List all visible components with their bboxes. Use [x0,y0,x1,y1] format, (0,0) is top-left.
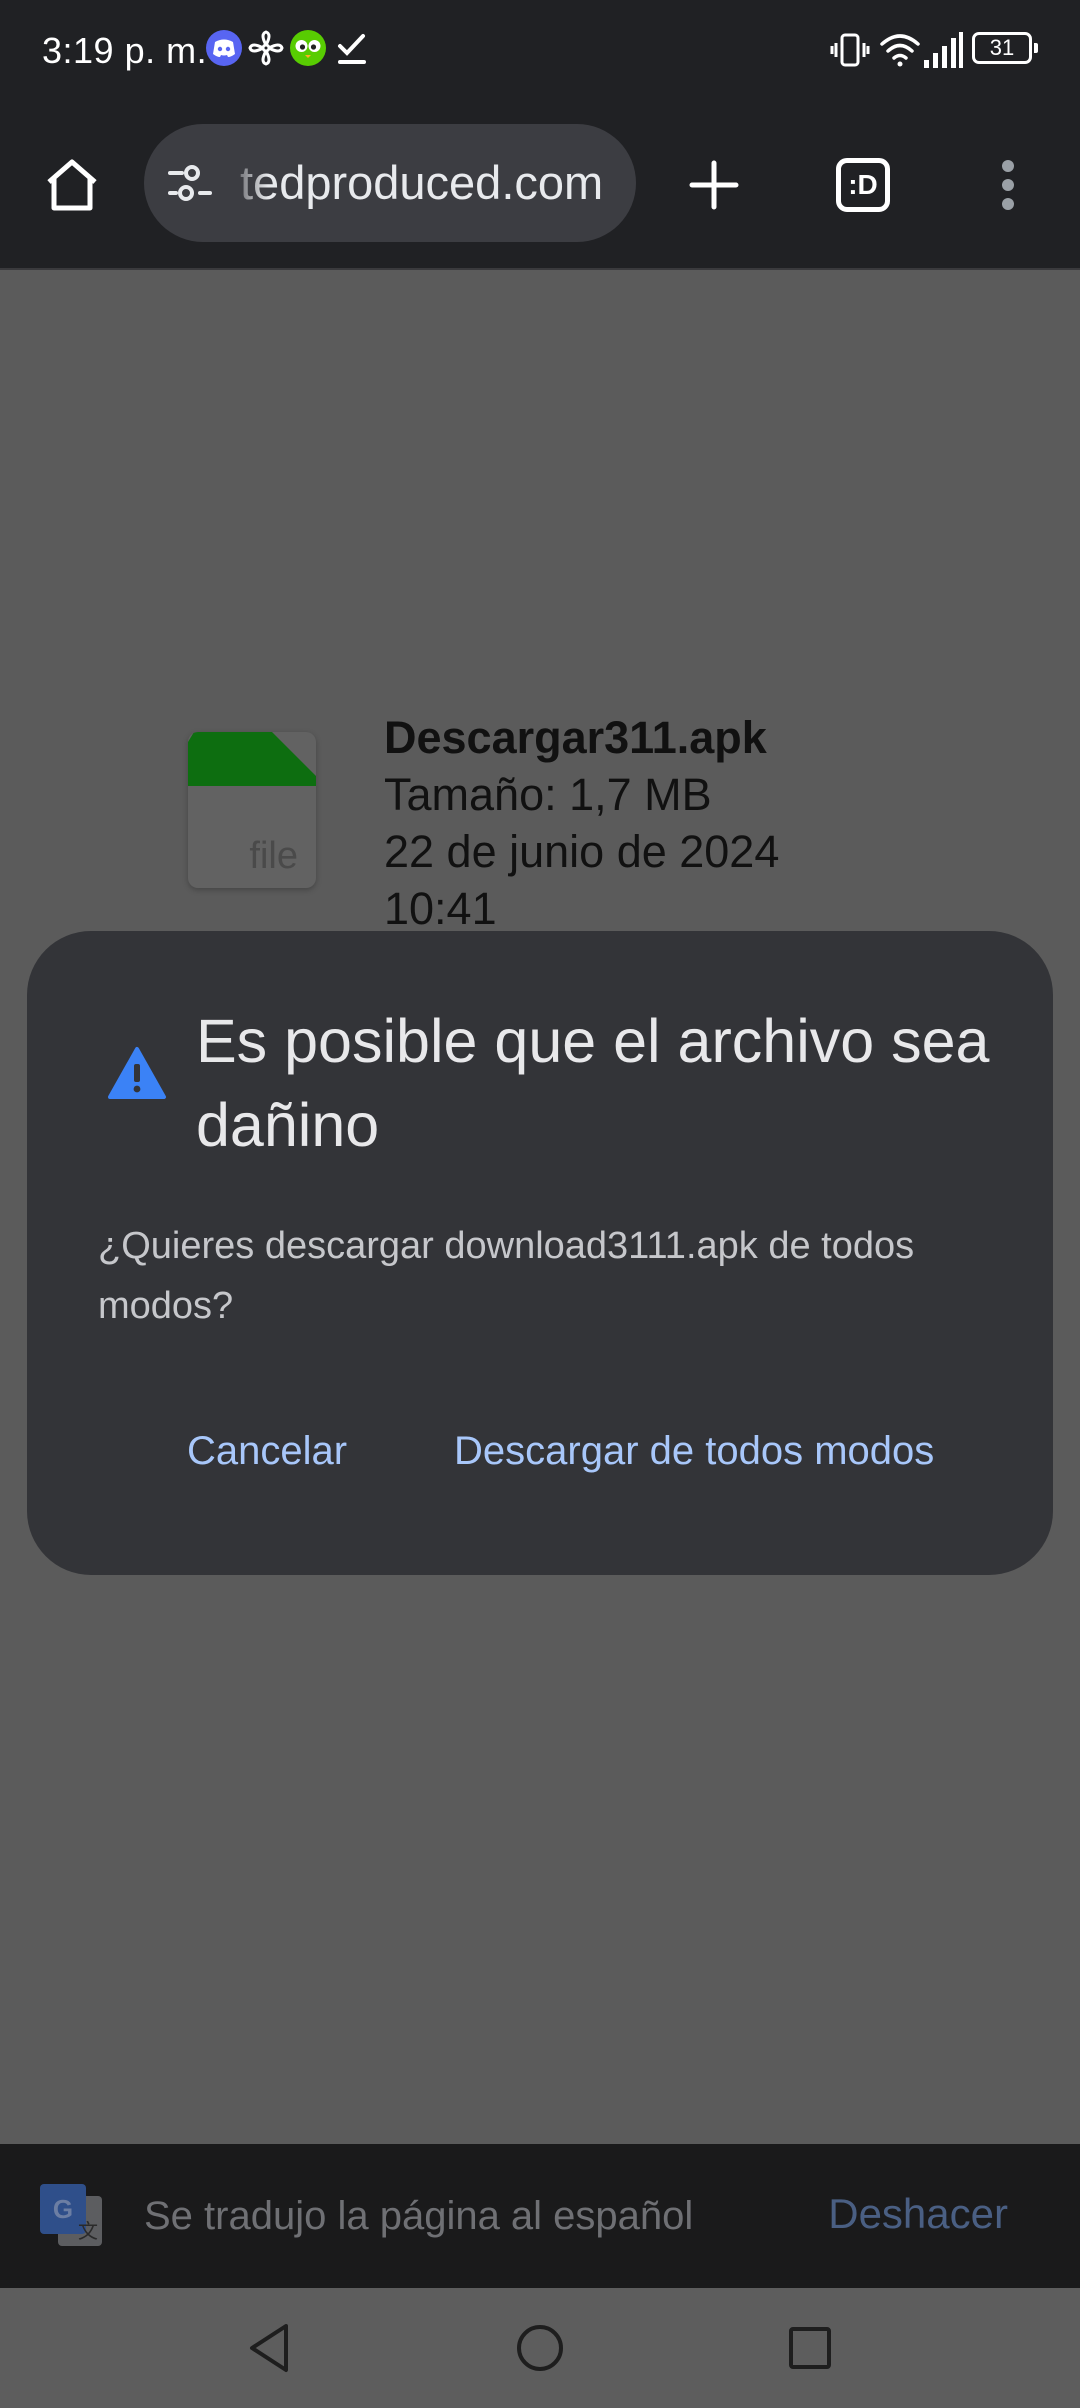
plus-icon [689,160,739,210]
signal-icon [922,30,964,70]
file-time: 10:41 [384,883,497,934]
svg-text:G: G [53,2194,73,2224]
file-name: Descargar311.apk [384,712,767,763]
file-size: Tamaño: 1,7 MB [384,769,712,820]
status-bar: 3:19 p. m. 31 [0,0,1080,100]
dialog-message: ¿Quieres descargar download3111.apk de t… [98,1225,915,1327]
translate-message: Se tradujo la página al español [144,2194,694,2238]
home-button[interactable] [32,140,112,230]
dialog-title: Es posible que el archivo sea dañino [196,1007,990,1159]
file-thumbnail-header [188,732,316,786]
google-translate-icon: G文 [36,2180,108,2252]
file-thumbnail: file [188,732,316,888]
cancel-button[interactable]: Cancelar [187,1421,347,1481]
checkmark-icon [332,28,372,68]
new-tab-button[interactable] [674,140,754,230]
undo-translate-button[interactable]: Deshacer [828,2144,1008,2284]
system-navigation-bar [0,2288,1080,2408]
svg-text:文: 文 [78,2219,98,2243]
back-triangle-icon [250,2324,288,2372]
tab-switcher-label: :D [836,158,890,212]
file-date: 22 de junio de 2024 [384,826,780,877]
warning-icon [107,1046,167,1100]
more-menu-button[interactable] [990,140,1026,230]
vibrate-icon [830,30,870,70]
back-button[interactable] [234,2313,304,2383]
discord-icon [204,28,244,68]
browser-toolbar: tedproduced.com :D [0,100,1080,270]
pinwheel-icon [246,28,286,68]
recents-square-icon [789,2327,831,2369]
battery-icon: 31 [972,32,1038,64]
file-thumbnail-label: file [249,835,298,877]
more-vert-icon [1002,160,1014,210]
wifi-icon [878,30,922,70]
omnibox[interactable]: tedproduced.com [144,124,636,242]
url-text[interactable]: tedproduced.com [240,124,620,242]
download-anyway-button[interactable]: Descargar de todos modos [454,1421,934,1481]
tab-switcher-button[interactable]: :D [823,140,903,230]
translate-infobar: G文 Se tradujo la página al español Desha… [0,2144,1080,2288]
home-circle-icon [517,2325,563,2371]
recents-button[interactable] [775,2313,845,2383]
home-icon [47,159,97,211]
status-time: 3:19 p. m. [42,30,208,71]
dangerous-download-dialog: Es posible que el archivo sea dañino ¿Qu… [27,931,1053,1575]
site-settings-icon[interactable] [166,161,214,205]
duolingo-icon [288,28,328,68]
home-nav-button[interactable] [505,2313,575,2383]
